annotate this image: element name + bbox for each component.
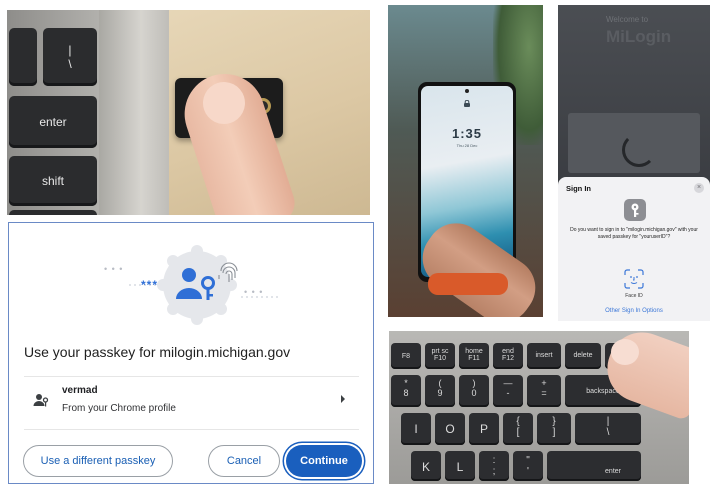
passkey-illustration: [129, 245, 279, 325]
face-id-label: Face ID: [625, 293, 643, 299]
keyboard-key: K: [411, 451, 441, 481]
ios-signin-screenshot: Welcome to MiLogin Sign In × Do you want…: [558, 5, 710, 321]
passkey-icon: [624, 199, 646, 221]
keyboard-key: prt sc F10: [425, 343, 455, 369]
keyboard-key: end F12: [493, 343, 523, 369]
milogin-brand: MiLogin: [606, 27, 672, 46]
security-key-photo: | \ enter shift: [7, 10, 370, 215]
divider: [24, 376, 359, 377]
keyboard-key-enter: enter: [9, 96, 97, 148]
signin-message: Do you want to sign in to "milogin.michi…: [570, 227, 698, 240]
keyboard-key: L: [445, 451, 475, 481]
welcome-text: Welcome to: [606, 15, 649, 24]
keyboard-key-delete: delete: [565, 343, 601, 369]
phone-fingerprint-photo: 1:35 Thu 28 Dec: [388, 5, 543, 317]
keyboard-key: F8: [391, 343, 421, 369]
illustration-dots-left: • • •: [104, 264, 124, 274]
continue-button[interactable]: Continue: [286, 445, 362, 477]
keyboard-key: ) 0: [459, 375, 489, 407]
chrome-passkey-dialog: • • • *** • • • Use your passkey for mil…: [8, 222, 374, 484]
keyboard-key-shift: shift: [9, 156, 97, 206]
illustration-dots-right: • • •: [244, 287, 264, 297]
keyboard-key: * 8: [391, 375, 421, 407]
keyboard-key: P: [469, 413, 499, 445]
laptop-edge: [99, 10, 169, 215]
keyboard-key: {[: [503, 413, 533, 445]
loading-spinner-icon: [622, 133, 656, 167]
dialog-title: Use your passkey for milogin.michigan.go…: [24, 344, 291, 360]
keyboard-key: I: [401, 413, 431, 445]
keyboard-key: insert: [527, 343, 561, 369]
keyboard-key: }]: [537, 413, 571, 445]
keyboard-key: [9, 28, 37, 86]
account-username: vermad: [62, 385, 98, 396]
keyboard-key-backslash: | \: [43, 28, 97, 86]
close-icon[interactable]: ×: [694, 183, 704, 193]
keyboard-key: | \: [575, 413, 641, 445]
fingertip: [611, 339, 639, 365]
sheet-title: Sign In: [566, 184, 591, 193]
use-different-passkey-button[interactable]: Use a different passkey: [23, 445, 173, 477]
chevron-right-icon: [341, 395, 345, 403]
keyboard-key: :;: [479, 451, 509, 481]
keyboard-key: (9: [425, 375, 455, 407]
account-source: From your Chrome profile: [62, 403, 176, 414]
keyboard-key-enter: enter: [547, 451, 641, 481]
keyboard-key: O: [435, 413, 465, 445]
illustration-password-stars: ***: [141, 278, 159, 292]
face-id-icon[interactable]: [624, 269, 644, 289]
keyboard-key: + =: [527, 375, 561, 407]
keyboard-key: — -: [493, 375, 523, 407]
lock-screen-date: Thu 28 Dec: [456, 143, 478, 148]
keyboard-key: " ': [513, 451, 543, 481]
signin-sheet: Sign In × Do you want to sign in to "mil…: [558, 177, 710, 321]
camera-dot: [465, 89, 469, 93]
keyboard-key: [9, 210, 97, 215]
user-key-icon: [33, 394, 49, 407]
keyboard-key: home F11: [459, 343, 489, 369]
lock-icon: [464, 100, 470, 107]
lock-screen-time: 1:35: [451, 126, 483, 141]
keyboard-fingerprint-photo: F8 prt sc F10 home F11 end F12 insert delet…: [389, 331, 689, 484]
phone-case: [428, 273, 508, 295]
divider: [24, 429, 359, 430]
other-signin-options-link[interactable]: Other Sign In Options: [558, 308, 710, 314]
cancel-button[interactable]: Cancel: [208, 445, 280, 477]
